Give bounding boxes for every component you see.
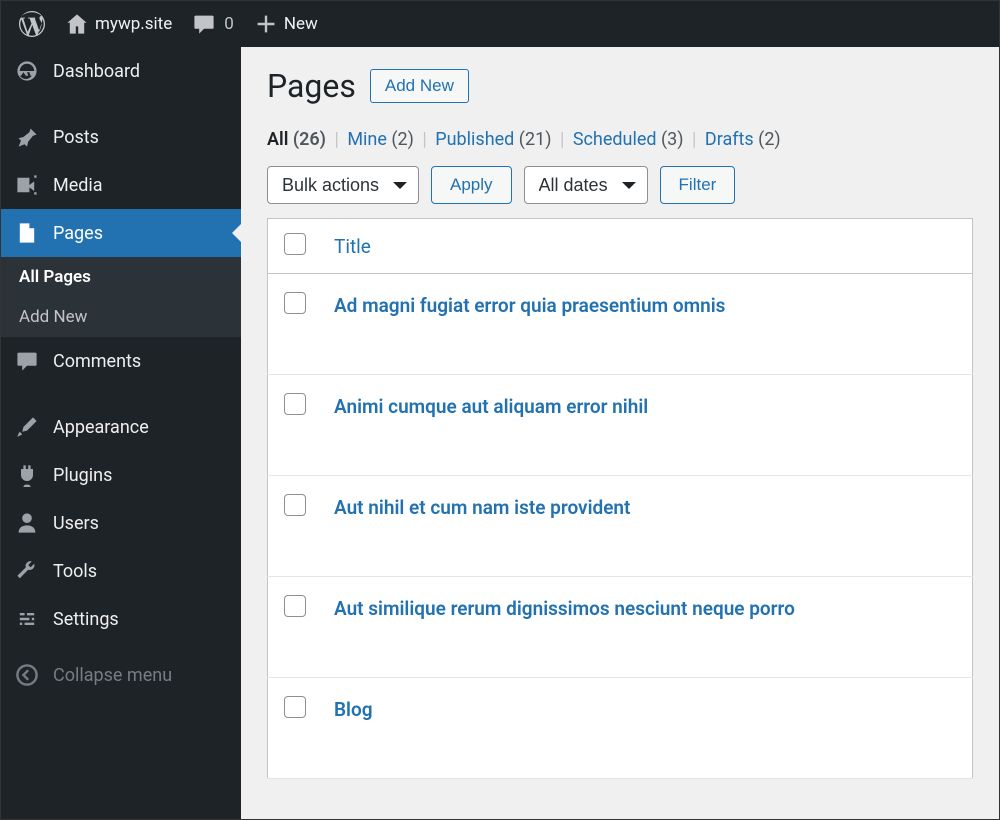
site-name: mywp.site [95, 14, 172, 34]
comment-icon [15, 349, 39, 373]
menu-label: Users [53, 513, 99, 534]
menu-label: Tools [53, 561, 97, 582]
sidebar-item-settings[interactable]: Settings [1, 595, 241, 643]
pages-table: Title Ad magni fugiat error quia praesen… [267, 218, 973, 779]
filter-mine[interactable]: Mine (2) [347, 129, 414, 150]
collapse-menu[interactable]: Collapse menu [1, 651, 241, 699]
brush-icon [15, 415, 39, 439]
filter-scheduled[interactable]: Scheduled (3) [573, 129, 684, 150]
submenu-add-new[interactable]: Add New [1, 297, 241, 337]
menu-label: Posts [53, 127, 99, 148]
collapse-label: Collapse menu [53, 665, 172, 686]
separator [1, 95, 241, 113]
row-checkbox[interactable] [284, 595, 306, 617]
status-filters: All (26) | Mine (2) | Published (21) | S… [267, 129, 973, 150]
main-content: Pages Add New All (26) | Mine (2) | Publ… [241, 47, 999, 819]
date-filter-select[interactable]: All dates [524, 166, 648, 204]
media-icon [15, 173, 39, 197]
row-checkbox[interactable] [284, 696, 306, 718]
sidebar-item-comments[interactable]: Comments [1, 337, 241, 385]
sidebar-item-plugins[interactable]: Plugins [1, 451, 241, 499]
menu-label: Plugins [53, 465, 112, 486]
sidebar-item-pages[interactable]: Pages [1, 209, 241, 257]
toolbar-home[interactable]: mywp.site [55, 1, 182, 47]
pages-submenu: All Pages Add New [1, 257, 241, 337]
toolbar-new[interactable]: New [244, 1, 328, 47]
table-row: Ad magni fugiat error quia praesentium o… [268, 274, 973, 375]
menu-label: Comments [53, 351, 141, 372]
select-all-checkbox[interactable] [284, 233, 306, 255]
admin-sidebar: Dashboard Posts Media Pages All Pages Ad… [1, 47, 241, 819]
menu-label: Pages [53, 223, 103, 244]
tablenav: Bulk actions Apply All dates Filter [267, 166, 973, 204]
separator [1, 385, 241, 403]
filter-drafts[interactable]: Drafts (2) [705, 129, 781, 150]
collapse-icon [15, 663, 39, 687]
row-title-link[interactable]: Aut similique rerum dignissimos nesciunt… [334, 597, 795, 620]
apply-button[interactable]: Apply [431, 166, 512, 204]
submenu-all-pages[interactable]: All Pages [1, 257, 241, 297]
row-title-link[interactable]: Aut nihil et cum nam iste provident [334, 496, 630, 519]
menu-label: Media [53, 175, 103, 196]
wrench-icon [15, 559, 39, 583]
wordpress-icon [19, 11, 45, 37]
dashboard-icon [15, 59, 39, 83]
toolbar-comments[interactable]: 0 [182, 1, 244, 47]
sidebar-item-appearance[interactable]: Appearance [1, 403, 241, 451]
filter-button[interactable]: Filter [660, 166, 736, 204]
page-icon [15, 221, 39, 245]
settings-icon [15, 607, 39, 631]
plus-icon [254, 12, 278, 36]
admin-toolbar: mywp.site 0 New [1, 1, 999, 47]
row-title-link[interactable]: Blog [334, 698, 373, 721]
comments-count: 0 [224, 14, 234, 34]
table-row: Aut nihil et cum nam iste provident [268, 476, 973, 577]
table-row: Animi cumque aut aliquam error nihil [268, 375, 973, 476]
page-title: Pages [267, 67, 356, 105]
bulk-actions-select[interactable]: Bulk actions [267, 166, 419, 204]
row-checkbox[interactable] [284, 393, 306, 415]
sidebar-item-posts[interactable]: Posts [1, 113, 241, 161]
pin-icon [15, 125, 39, 149]
filter-published[interactable]: Published (21) [435, 129, 551, 150]
sidebar-item-tools[interactable]: Tools [1, 547, 241, 595]
row-checkbox[interactable] [284, 292, 306, 314]
sidebar-item-media[interactable]: Media [1, 161, 241, 209]
menu-label: Dashboard [53, 61, 140, 82]
column-title[interactable]: Title [334, 235, 371, 258]
table-row: Aut similique rerum dignissimos nesciunt… [268, 577, 973, 678]
page-header: Pages Add New [267, 67, 973, 105]
filter-all[interactable]: All (26) [267, 129, 326, 150]
menu-label: Settings [53, 609, 119, 630]
new-label: New [284, 14, 318, 34]
row-checkbox[interactable] [284, 494, 306, 516]
menu-label: Appearance [53, 417, 149, 438]
add-new-button[interactable]: Add New [370, 69, 469, 103]
plugin-icon [15, 463, 39, 487]
row-title-link[interactable]: Animi cumque aut aliquam error nihil [334, 395, 648, 418]
wp-logo[interactable] [9, 1, 55, 47]
home-icon [65, 12, 89, 36]
sidebar-item-dashboard[interactable]: Dashboard [1, 47, 241, 95]
row-title-link[interactable]: Ad magni fugiat error quia praesentium o… [334, 294, 725, 317]
comment-icon [192, 12, 216, 36]
table-row: Blog [268, 678, 973, 779]
sidebar-item-users[interactable]: Users [1, 499, 241, 547]
user-icon [15, 511, 39, 535]
